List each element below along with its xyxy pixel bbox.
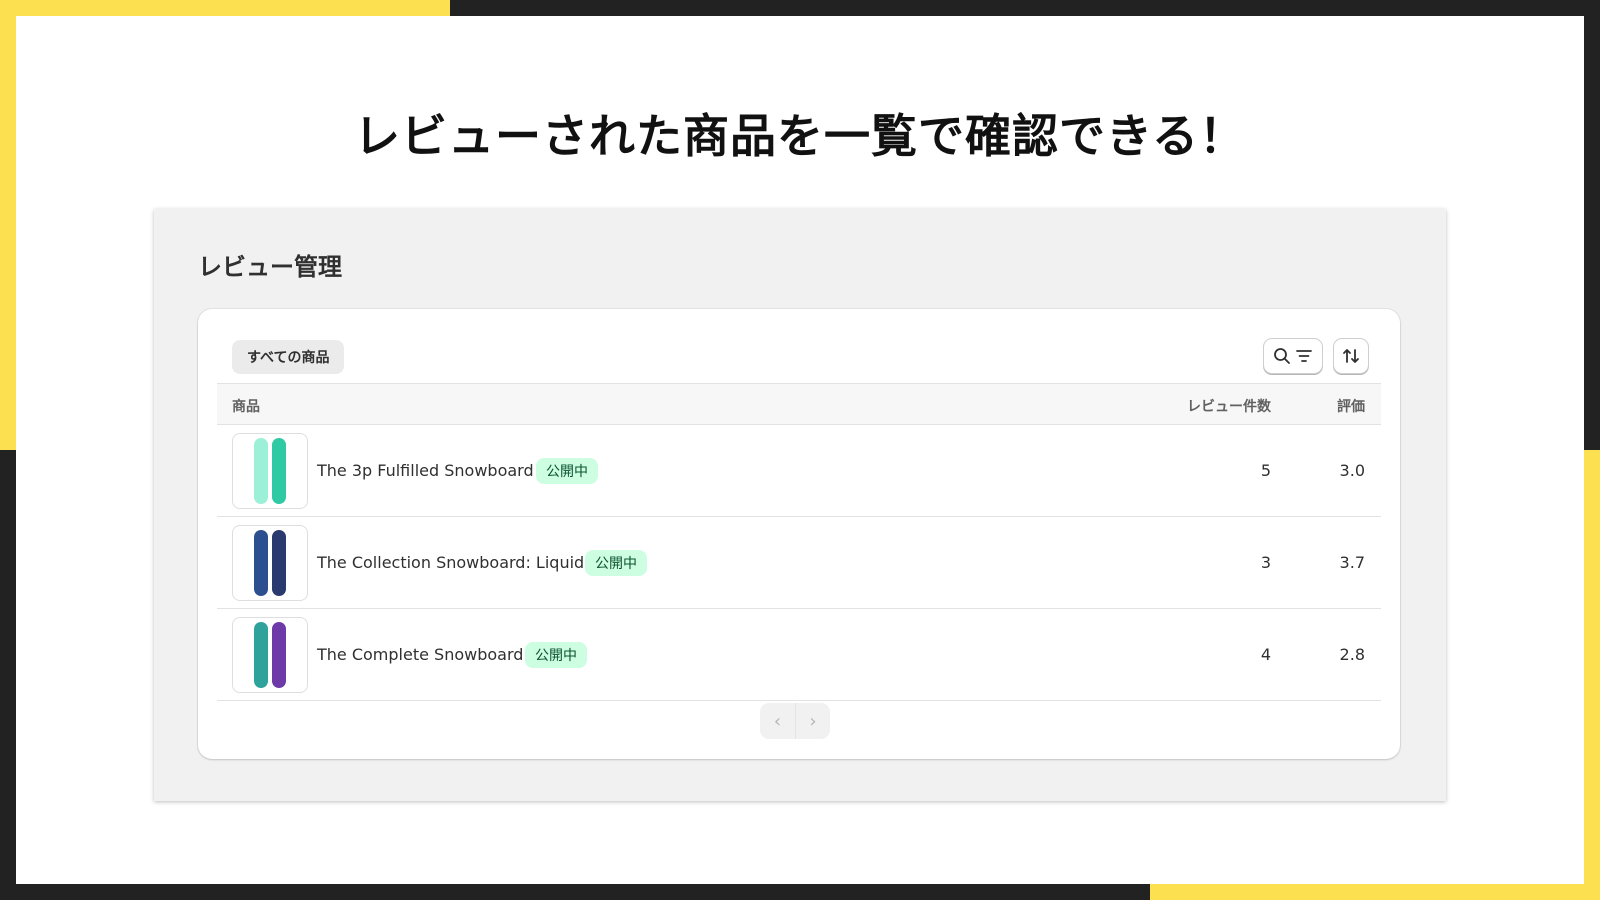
page-title: レビュー管理 — [198, 253, 342, 281]
rating-value: 2.8 — [1339, 645, 1365, 664]
product-name: The Collection Snowboard: Liquid — [317, 553, 585, 572]
column-header-rating[interactable]: 評価 — [1337, 396, 1365, 416]
review-count: 4 — [1260, 645, 1271, 664]
snowboard-image-right — [272, 438, 286, 504]
previous-page-button[interactable]: ‹ — [760, 703, 795, 739]
accent-bar-top — [0, 0, 450, 16]
slide: レビューされた商品を一覧で確認できる！ レビュー管理 すべての商品 商品 レビュ — [16, 16, 1584, 884]
tab-all-products[interactable]: すべての商品 — [232, 340, 345, 374]
accent-bar-right — [1584, 450, 1600, 900]
review-count: 5 — [1260, 461, 1271, 480]
rating-value: 3.0 — [1339, 461, 1365, 480]
product-name: The 3p Fulfilled Snowboard — [317, 461, 534, 480]
search-filter-button[interactable] — [1263, 338, 1323, 374]
table-row[interactable]: The Complete Snowboard 公開中 4 2.8 — [217, 609, 1381, 701]
snowboard-image-right — [272, 530, 286, 596]
search-icon — [1273, 347, 1291, 365]
product-thumbnail — [232, 525, 308, 601]
product-name: The Complete Snowboard — [317, 645, 524, 664]
snowboard-image-left — [254, 530, 268, 596]
filter-icon — [1295, 347, 1313, 365]
sort-icon — [1341, 346, 1361, 366]
next-page-button[interactable]: › — [795, 703, 830, 739]
table-row[interactable]: The 3p Fulfilled Snowboard 公開中 5 3.0 — [217, 425, 1381, 517]
status-badge: 公開中 — [536, 458, 598, 484]
pagination: ‹ › — [760, 703, 830, 739]
column-header-review-count[interactable]: レビュー件数 — [1187, 396, 1271, 416]
table-row[interactable]: The Collection Snowboard: Liquid 公開中 3 3… — [217, 517, 1381, 609]
snowboard-image-left — [254, 438, 268, 504]
product-thumbnail — [232, 433, 308, 509]
sort-button[interactable] — [1333, 338, 1369, 374]
column-header-product[interactable]: 商品 — [232, 396, 260, 416]
chevron-right-icon: › — [809, 710, 817, 732]
headline: レビューされた商品を一覧で確認できる！ — [353, 109, 1247, 163]
product-review-card: すべての商品 商品 レビュー件数 評価 The 3p Fulfilled Sno… — [198, 309, 1400, 759]
accent-bar-bottom — [1150, 884, 1600, 900]
review-count: 3 — [1260, 553, 1271, 572]
snowboard-image-right — [272, 622, 286, 688]
status-badge: 公開中 — [525, 642, 587, 668]
rating-value: 3.7 — [1339, 553, 1365, 572]
status-badge: 公開中 — [585, 550, 647, 576]
snowboard-image-left — [254, 622, 268, 688]
chevron-left-icon: ‹ — [773, 710, 782, 732]
review-management-panel: レビュー管理 すべての商品 商品 レビュー件数 評価 The 3p Fulfil… — [154, 209, 1446, 801]
accent-bar-left — [0, 0, 16, 450]
product-thumbnail — [232, 617, 308, 693]
table-header: 商品 レビュー件数 評価 — [217, 383, 1381, 425]
